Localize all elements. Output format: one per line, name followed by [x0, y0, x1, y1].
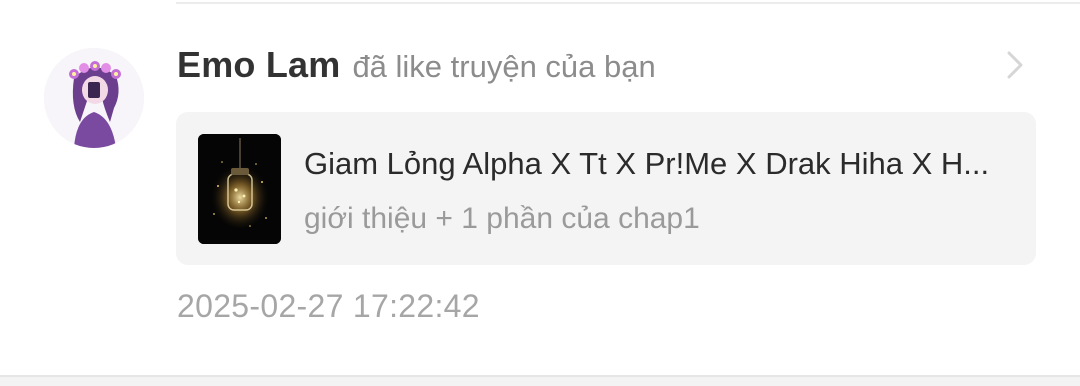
bottom-divider [0, 375, 1080, 386]
notification-headline: Emo Lam đã like truyện của bạn [177, 44, 656, 92]
story-cover-image [198, 134, 281, 244]
notification-action-text: đã like truyện của bạn [352, 49, 656, 84]
story-card[interactable]: Giam Lỏng Alpha X Tt X Pr!Me X Drak Hiha… [176, 112, 1036, 265]
user-avatar[interactable] [44, 48, 144, 148]
like-notification-item[interactable]: Emo Lam đã like truyện của bạn Giam Lỏng… [0, 4, 1080, 374]
story-title: Giam Lỏng Alpha X Tt X Pr!Me X Drak Hiha… [304, 146, 990, 181]
notification-timestamp: 2025-02-27 17:22:42 [177, 288, 480, 324]
story-subtitle: giới thiệu + 1 phần của chap1 [304, 202, 700, 235]
user-name[interactable]: Emo Lam [177, 44, 340, 86]
notification-screen: Emo Lam đã like truyện của bạn Giam Lỏng… [0, 0, 1080, 386]
avatar-image [44, 48, 144, 148]
chevron-right-icon[interactable] [1000, 48, 1030, 82]
